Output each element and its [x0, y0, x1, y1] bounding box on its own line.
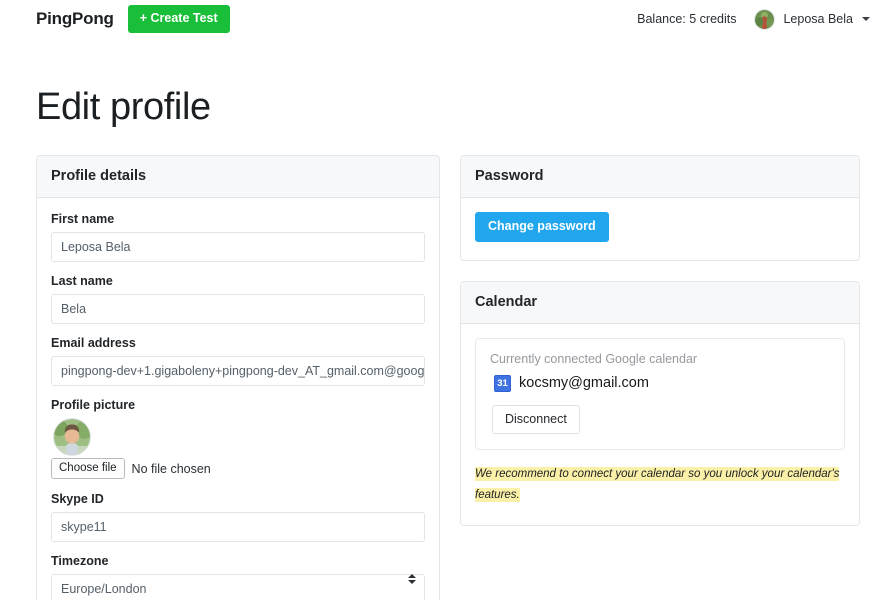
- last-name-input[interactable]: Bela: [51, 294, 425, 324]
- calendar-note-text: We recommend to connect your calendar so…: [475, 467, 840, 503]
- email-address-label: Email address: [51, 336, 136, 350]
- password-header: Password: [461, 156, 859, 198]
- field-profile-picture: Profile picture Choose file No file chos…: [51, 398, 425, 480]
- field-skype-id: Skype ID skype11: [51, 492, 425, 543]
- field-email-address: Email address pingpong-dev+1.gigaboleny+…: [51, 336, 425, 386]
- google-calendar-icon: 31: [494, 374, 511, 392]
- disconnect-button[interactable]: Disconnect: [492, 404, 580, 434]
- calendar-title: Calendar: [475, 293, 538, 310]
- calendar-caption: Currently connected Google calendar: [490, 351, 698, 366]
- page-container: Edit profile Profile details First name …: [0, 86, 896, 600]
- right-column: Password Change password Calendar Curren…: [460, 155, 860, 546]
- avatar: [754, 8, 776, 30]
- last-name-label: Last name: [51, 274, 113, 288]
- connected-calendar-box: Currently connected Google calendar 31 k…: [475, 337, 845, 450]
- disconnect-row: Disconnect: [492, 404, 830, 434]
- user-name-label: Leposa Bela: [783, 12, 853, 26]
- profile-details-body: First name Leposa Bela Last name Bela Em…: [37, 198, 439, 600]
- profile-photo-image: [54, 419, 90, 455]
- navbar-right: Balance: 5 credits Leposa Bela: [637, 8, 874, 30]
- field-last-name: Last name Bela: [51, 274, 425, 324]
- balance-label: Balance: 5 credits: [637, 12, 737, 26]
- timezone-label: Timezone: [51, 554, 109, 569]
- password-panel: Password Change password: [460, 155, 860, 261]
- timezone-select[interactable]: Europe/London: [51, 574, 425, 600]
- calendar-header: Calendar: [461, 281, 859, 324]
- first-name-label: First name: [51, 212, 115, 226]
- password-title: Password: [475, 168, 544, 184]
- file-status-label: No file chosen: [131, 461, 211, 476]
- calendar-panel: Calendar Currently connected Google cale…: [460, 280, 860, 526]
- email-address-input[interactable]: pingpong-dev+1.gigaboleny+pingpong-dev_A…: [51, 356, 425, 386]
- profile-details-panel: Profile details First name Leposa Bela L…: [36, 155, 440, 600]
- page-title: Edit profile: [36, 86, 211, 128]
- content-columns: Profile details First name Leposa Bela L…: [36, 155, 860, 600]
- calendar-account-row: 31 kocsmy@gmail.com: [494, 374, 830, 392]
- profile-picture-preview: [53, 418, 91, 456]
- password-body: Change password: [461, 198, 859, 260]
- create-test-button[interactable]: + Create Test: [127, 5, 230, 33]
- calendar-account-email: kocsmy@gmail.com: [519, 375, 649, 391]
- field-timezone: Timezone Europe/London: [51, 554, 425, 600]
- field-first-name: First name Leposa Bela: [51, 212, 425, 262]
- change-password-button[interactable]: Change password: [475, 212, 609, 242]
- user-menu[interactable]: Leposa Bela: [754, 8, 874, 30]
- profile-picture-file-input[interactable]: Choose file No file chosen: [51, 458, 425, 480]
- first-name-input[interactable]: Leposa Bela: [51, 232, 425, 262]
- calendar-body: Currently connected Google calendar 31 k…: [461, 324, 859, 525]
- chevron-down-icon: [862, 17, 870, 21]
- skype-id-label: Skype ID: [51, 492, 104, 507]
- profile-details-header: Profile details: [37, 156, 439, 198]
- avatar-image: [755, 9, 775, 29]
- calendar-recommendation-note: We recommend to connect your calendar so…: [475, 464, 845, 507]
- profile-picture-label: Profile picture: [51, 398, 136, 412]
- skype-id-input[interactable]: skype11: [51, 512, 425, 543]
- top-navbar: PingPong + Create Test Balance: 5 credit…: [0, 0, 896, 38]
- left-column: Profile details First name Leposa Bela L…: [36, 155, 440, 600]
- profile-details-title: Profile details: [51, 168, 147, 184]
- choose-file-button[interactable]: Choose file: [51, 458, 125, 480]
- brand-logo[interactable]: PingPong: [36, 9, 114, 29]
